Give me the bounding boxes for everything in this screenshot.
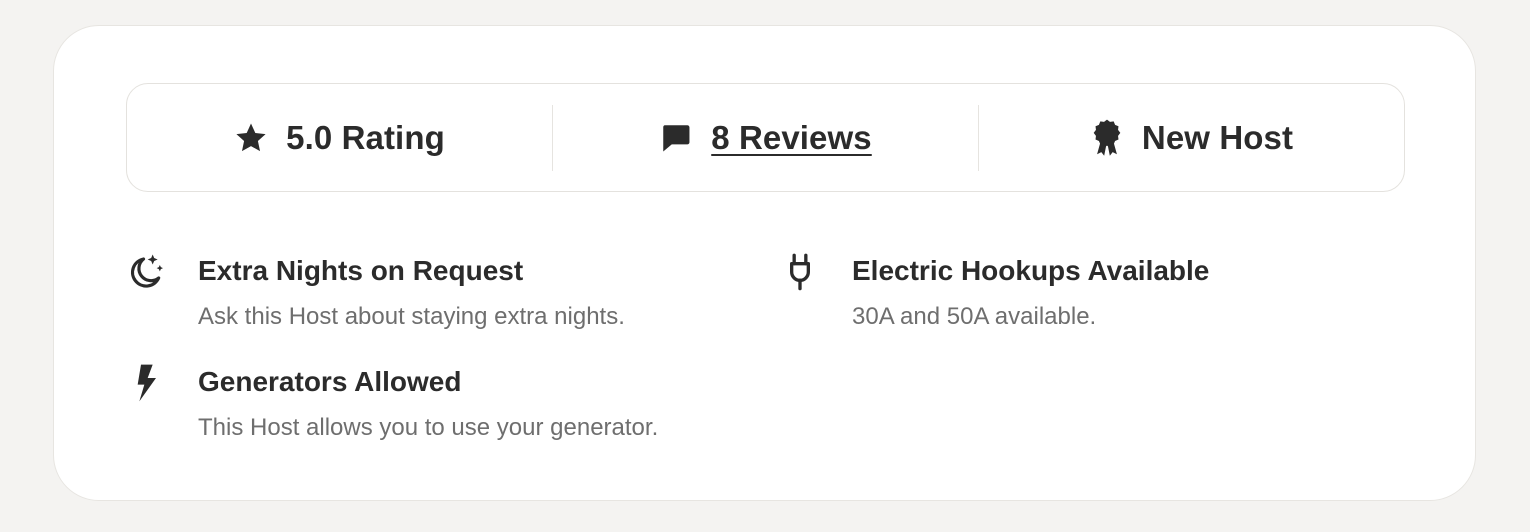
host-stat: New Host — [979, 84, 1404, 191]
feature-title: Electric Hookups Available — [852, 255, 1210, 286]
lightning-icon — [126, 363, 166, 403]
rating-stat: 5.0 Rating — [127, 84, 552, 191]
star-icon — [234, 121, 268, 155]
reviews-link[interactable]: 8 Reviews — [711, 119, 872, 157]
moon-stars-icon — [126, 252, 166, 292]
feature-title: Generators Allowed — [198, 366, 462, 397]
feature-text: Electric Hookups Available 30A and 50A a… — [852, 254, 1209, 332]
host-stats-bar: 5.0 Rating 8 Reviews New Host — [126, 83, 1405, 192]
feature-electric-hookups: Electric Hookups Available 30A and 50A a… — [780, 252, 1209, 332]
feature-text: Extra Nights on Request Ask this Host ab… — [198, 254, 625, 332]
feature-description: This Host allows you to use your generat… — [198, 414, 659, 441]
listing-highlights-card: 5.0 Rating 8 Reviews New Host Extra Nigh… — [53, 25, 1476, 501]
reviews-stat[interactable]: 8 Reviews — [553, 84, 978, 191]
badge-icon — [1090, 118, 1124, 158]
feature-extra-nights: Extra Nights on Request Ask this Host ab… — [126, 254, 625, 332]
feature-generators: Generators Allowed This Host allows you … — [126, 363, 658, 443]
plug-icon — [780, 252, 820, 292]
feature-description: Ask this Host about staying extra nights… — [198, 303, 625, 330]
feature-title: Extra Nights on Request — [198, 255, 524, 286]
chat-bubble-icon — [659, 121, 693, 155]
host-label: New Host — [1141, 118, 1294, 156]
feature-description: 30A and 50A available. — [852, 303, 1097, 330]
rating-label: 5.0 Rating — [286, 118, 445, 156]
feature-text: Generators Allowed This Host allows you … — [198, 365, 658, 443]
